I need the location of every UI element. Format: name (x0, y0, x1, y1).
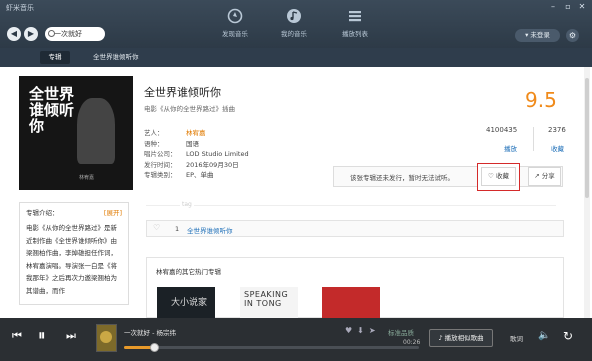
meta-key: 专辑类别： (144, 171, 177, 179)
album-cover: 全世界谁倾听你 林宥嘉 (19, 76, 133, 190)
hot-album-card[interactable]: SPEAKING IN TONG (240, 287, 298, 318)
intro-header: 专辑介绍： [展开] (26, 207, 122, 218)
now-playing-title: 一次就好 - 杨宗纬 (124, 329, 176, 337)
minimize-icon[interactable]: – (548, 2, 558, 12)
previous-icon[interactable]: ⏮ (12, 329, 22, 343)
cover-art (100, 331, 112, 343)
maximize-icon[interactable]: ▫ (563, 2, 573, 12)
album-score: 9.5 (525, 88, 557, 112)
progress-knob[interactable] (150, 343, 159, 352)
now-playing-cover[interactable] (96, 324, 117, 352)
intro-heading: 专辑介绍： (26, 209, 59, 217)
favorite-count: 2376 (548, 126, 566, 134)
album-intro: 专辑介绍： [展开] 电影《从你的全世界路过》是新近制作曲《全世界谁倾听你》由梁… (19, 202, 129, 305)
quality-selector[interactable]: 标准品质 (388, 327, 414, 337)
album-title: 全世界谁倾听你 (144, 86, 221, 99)
meta-release-date: 发行时间： 2016年09月30日 (144, 159, 249, 170)
share-button[interactable]: ↗ 分享 (528, 167, 561, 186)
volume-icon[interactable]: 🔈 (538, 330, 550, 341)
discover-icon (227, 8, 243, 24)
heart-icon[interactable]: ♡ (153, 223, 160, 232)
intro-body: 电影《从你的全世界路过》是新近制作曲《全世界谁倾听你》由梁翘柏作曲，李焯雄担任作… (26, 224, 117, 295)
loop-icon[interactable]: ↻ (563, 329, 573, 343)
login-button[interactable]: ▾ 未登录 (515, 29, 560, 42)
my-music-icon (287, 9, 301, 23)
hot-albums-title: 林宥嘉的其它热门专辑 (156, 268, 221, 276)
app-title: 虾米音乐 (6, 4, 34, 12)
settings-icon[interactable]: ⚙ (566, 29, 579, 42)
meta-language: 语种： 国语 (144, 138, 249, 149)
nav-my-music-label: 我的音乐 (281, 30, 307, 38)
comment-link[interactable]: 全世界谁倾听你 (187, 225, 233, 235)
nav-my-music[interactable]: 我的音乐 (264, 8, 324, 38)
collect-button[interactable]: ♡ 收藏 (481, 167, 516, 186)
meta-artist: 艺人： 林宥嘉 (144, 127, 249, 138)
album-description: 电影《从你的全世界路过》插曲 (144, 105, 235, 113)
nav-discover-label: 发现音乐 (222, 30, 248, 38)
comment-count: 1 (175, 225, 180, 233)
favorite-count-label: 收藏 (551, 145, 564, 153)
play-similar-button[interactable]: ♪ 播放相似歌曲 (429, 329, 493, 347)
meta-key: 发行时间： (144, 160, 177, 169)
nav-playlist[interactable]: 播放列表 (325, 8, 385, 38)
tag-label: tag (180, 201, 194, 208)
cover-artist: 林宥嘉 (79, 175, 95, 181)
meta-category: 专辑类别： EP、单曲 (144, 169, 249, 180)
pause-icon[interactable]: ⏸ (38, 326, 46, 344)
back-button[interactable]: ◀ (7, 27, 21, 41)
progress-track[interactable] (124, 346, 419, 349)
title-bar: 虾米音乐 – ▫ ✕ ◀ ▶ 一次就好 发现音乐 我的音乐 播放列表 ▾ 未登录… (0, 0, 592, 48)
meta-value: EP、单曲 (186, 171, 214, 179)
song-actions[interactable]: ♥⬇➤ (345, 326, 381, 335)
breadcrumb: 全世界谁倾听你 (93, 53, 139, 61)
album-meta: 艺人： 林宥嘉 语种： 国语 唱片公司： LOD Studio Limited 发行时… (144, 127, 249, 180)
play-count-label: 播放 (504, 145, 517, 153)
sub-tab-bar: 专辑 全世界谁倾听你 (0, 48, 592, 67)
hot-album-text: 大小说家 (171, 298, 208, 308)
nav-discover[interactable]: 发现音乐 (205, 8, 265, 38)
tag-divider (146, 205, 556, 206)
nav-playlist-label: 播放列表 (342, 30, 368, 38)
hot-album-card[interactable] (322, 287, 380, 318)
meta-key: 语种： (144, 139, 164, 148)
next-icon[interactable]: ⏭ (66, 329, 76, 343)
lyrics-button[interactable]: 歌词 (510, 333, 523, 343)
player-bar (0, 318, 592, 361)
hot-album-card[interactable]: 大小说家 (157, 287, 215, 318)
search-icon (48, 30, 55, 37)
play-count: 4100435 (486, 126, 518, 134)
tab-album[interactable]: 专辑 (40, 51, 70, 64)
forward-button[interactable]: ▶ (24, 27, 38, 41)
meta-key: 艺人： (144, 129, 164, 137)
artist-link[interactable]: 林宥嘉 (186, 129, 206, 137)
cover-title: 全世界谁倾听你 (29, 85, 75, 135)
stat-divider (533, 127, 534, 151)
close-icon[interactable]: ✕ (577, 2, 587, 12)
meta-value: 2016年09月30日 (186, 160, 239, 169)
meta-value: 国语 (186, 139, 199, 148)
scrollbar-thumb[interactable] (585, 78, 589, 198)
playback-time: 00:26 (403, 339, 421, 346)
meta-key: 唱片公司： (144, 150, 177, 158)
intro-expand-link[interactable]: [展开] (104, 207, 122, 217)
cover-portrait (77, 98, 115, 164)
meta-value: LOD Studio Limited (186, 150, 249, 158)
unreleased-notice: 该张专辑还未发行，暂时无法试听。 (350, 174, 454, 182)
playlist-icon (349, 11, 361, 22)
meta-label: 唱片公司： LOD Studio Limited (144, 148, 249, 159)
